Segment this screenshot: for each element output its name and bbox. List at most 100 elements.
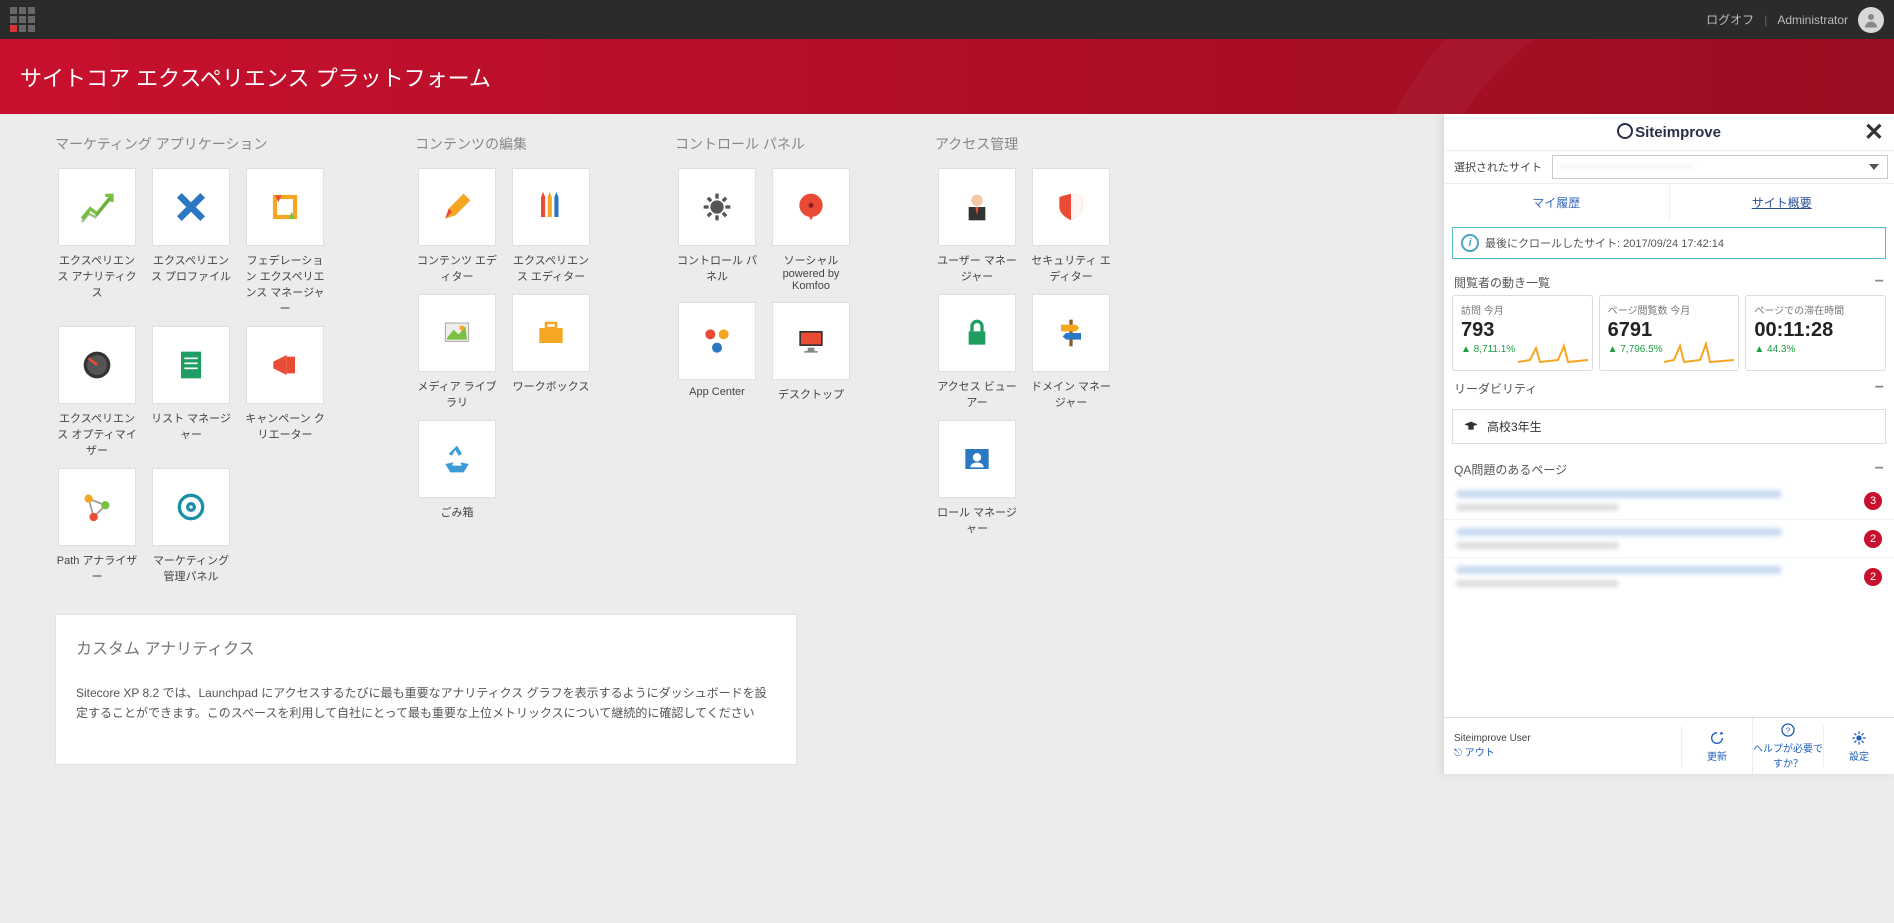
tile-label: エクスペリエンス エディター	[509, 252, 593, 284]
tab-site-overview[interactable]: サイト概要	[1669, 184, 1894, 221]
stat-value: 6791	[1608, 319, 1731, 342]
stat-label: ページ閲覧数 今月	[1608, 302, 1731, 317]
close-button[interactable]: ✕	[1864, 118, 1884, 147]
group-content: コンテンツの編集 コンテンツ エディター エクスペリエンス エディター メ	[415, 134, 605, 584]
group-title-access: アクセス管理	[935, 134, 1125, 154]
tile-label: エクスペリエンス オプティマイザー	[55, 410, 139, 458]
pencil-icon	[437, 187, 477, 227]
siteimprove-user[interactable]: Siteimprove User ⎋ アウト	[1444, 727, 1681, 765]
tile-content-editor[interactable]: コンテンツ エディター	[415, 168, 499, 284]
tile-experience-profile[interactable]: エクスペリエンス プロファイル	[149, 168, 233, 316]
last-crawled-notice: i 最後にクロールしたサイト: 2017/09/24 17:42:14	[1452, 227, 1886, 259]
tile-label: リスト マネージャー	[149, 410, 233, 442]
user-suit-icon	[957, 187, 997, 227]
group-access: アクセス管理 ユーザー マネージャー セキュリティ エディター アクセス	[935, 134, 1125, 584]
stat-label: ページでの滞在時間	[1754, 302, 1877, 317]
collapse-qa[interactable]: −	[1875, 460, 1884, 478]
shield-icon	[1051, 187, 1091, 227]
chat-icon	[791, 187, 831, 227]
tile-label: ロール マネージャー	[935, 504, 1019, 536]
chart-up-icon	[77, 187, 117, 227]
gear-icon	[1851, 730, 1867, 746]
tile-experience-analytics[interactable]: エクスペリエンス アナリティクス	[55, 168, 139, 316]
settings-button[interactable]: 設定	[1823, 726, 1894, 767]
tile-label: ワークボックス	[509, 378, 593, 394]
tile-role-manager[interactable]: ロール マネージャー	[935, 420, 1019, 536]
graph-nodes-icon	[77, 487, 117, 527]
readability-value-box: 高校3年生	[1452, 409, 1886, 444]
tile-experience-editor[interactable]: エクスペリエンス エディター	[509, 168, 593, 284]
tile-social-komfo[interactable]: ソーシャル powered by Komfoo	[769, 168, 853, 292]
stat-value: 793	[1461, 319, 1584, 342]
sparkline-icon	[1664, 340, 1734, 366]
visitors-section-title: 閲覧者の動き一覧	[1454, 274, 1550, 291]
megaphone-icon	[265, 345, 305, 385]
tile-experience-optimizer[interactable]: エクスペリエンス オプティマイザー	[55, 326, 139, 458]
tile-list-manager[interactable]: リスト マネージャー	[149, 326, 233, 458]
qa-item[interactable]: 3	[1444, 482, 1894, 519]
selected-site-value: ————————————	[1561, 161, 1693, 173]
list-doc-icon	[171, 345, 211, 385]
tile-path-analyzer[interactable]: Path アナライザー	[55, 468, 139, 584]
graduation-cap-icon	[1463, 419, 1479, 435]
qa-count-badge: 2	[1864, 530, 1882, 548]
qa-list: 3 2 2	[1444, 482, 1894, 595]
lock-icon	[957, 313, 997, 353]
readability-section-title: リーダビリティ	[1454, 380, 1537, 397]
tile-campaign-creator[interactable]: キャンペーン クリエーター	[243, 326, 327, 458]
stat-visits[interactable]: 訪問 今月 793 ▲ 8,711.1%	[1452, 295, 1593, 371]
tile-label: メディア ライブラリ	[415, 378, 499, 410]
tile-label: ユーザー マネージャー	[935, 252, 1019, 284]
collapse-readability[interactable]: −	[1875, 379, 1884, 397]
stat-value: 00:11:28	[1754, 319, 1877, 342]
qa-item[interactable]: 2	[1444, 519, 1894, 557]
analytics-body: Sitecore XP 8.2 では、Launchpad にアクセスするたびに最…	[76, 683, 776, 724]
tile-label: キャンペーン クリエーター	[243, 410, 327, 442]
qa-item[interactable]: 2	[1444, 557, 1894, 595]
stat-time-on-page[interactable]: ページでの滞在時間 00:11:28 ▲ 44.3%	[1745, 295, 1886, 371]
tile-recycle-bin[interactable]: ごみ箱	[415, 420, 499, 520]
briefcase-icon	[531, 313, 571, 353]
tile-label: コントロール パネル	[675, 252, 759, 284]
qa-count-badge: 2	[1864, 568, 1882, 586]
tile-label: デスクトップ	[769, 386, 853, 402]
apps-grid-button[interactable]	[10, 7, 35, 32]
logoff-link[interactable]: ログオフ	[1706, 11, 1754, 28]
collapse-visitors[interactable]: −	[1875, 273, 1884, 291]
refresh-button[interactable]: 更新	[1681, 726, 1752, 767]
tile-label: App Center	[675, 386, 759, 398]
tile-marketing-control-panel[interactable]: マーケティング管理パネル	[149, 468, 233, 584]
group-title-marketing: マーケティング アプリケーション	[55, 134, 345, 154]
user-avatar[interactable]	[1858, 7, 1884, 33]
user-icon	[1862, 11, 1880, 29]
help-button[interactable]: ? ヘルプが必要ですか？	[1752, 718, 1823, 774]
tile-desktop[interactable]: デスクトップ	[769, 302, 853, 402]
tile-user-manager[interactable]: ユーザー マネージャー	[935, 168, 1019, 284]
signpost-icon	[1051, 313, 1091, 353]
custom-analytics-card: カスタム アナリティクス Sitecore XP 8.2 では、Launchpa…	[55, 614, 797, 765]
tile-access-viewer[interactable]: アクセス ビューアー	[935, 294, 1019, 410]
x-icon	[171, 187, 211, 227]
tile-media-library[interactable]: メディア ライブラリ	[415, 294, 499, 410]
tab-my-history[interactable]: マイ履歴	[1444, 184, 1669, 221]
tile-federated-experience-manager[interactable]: フェデレーション エクスペリエンス マネージャー	[243, 168, 327, 316]
pencils-icon	[531, 187, 571, 227]
tile-control-panel[interactable]: コントロール パネル	[675, 168, 759, 292]
username-label[interactable]: Administrator	[1777, 13, 1848, 27]
tile-workbox[interactable]: ワークボックス	[509, 294, 593, 410]
tile-label: エクスペリエンス アナリティクス	[55, 252, 139, 300]
tile-label: コンテンツ エディター	[415, 252, 499, 284]
selected-site-dropdown[interactable]: ————————————	[1552, 155, 1888, 179]
tile-label: ドメイン マネージャー	[1029, 378, 1113, 410]
tile-domain-manager[interactable]: ドメイン マネージャー	[1029, 294, 1113, 410]
stat-pageviews[interactable]: ページ閲覧数 今月 6791 ▲ 7,796.5%	[1599, 295, 1740, 371]
cycle-square-icon	[265, 187, 305, 227]
refresh-icon	[1709, 730, 1725, 746]
stat-label: 訪問 今月	[1461, 302, 1584, 317]
gear-icon	[697, 187, 737, 227]
info-icon: i	[1461, 234, 1479, 252]
tile-app-center[interactable]: App Center	[675, 302, 759, 402]
siteimprove-panel: Siteimprove ✕ 選択されたサイト ———————————— マイ履歴…	[1443, 114, 1894, 774]
tile-security-editor[interactable]: セキュリティ エディター	[1029, 168, 1113, 284]
user-card-icon	[957, 439, 997, 479]
